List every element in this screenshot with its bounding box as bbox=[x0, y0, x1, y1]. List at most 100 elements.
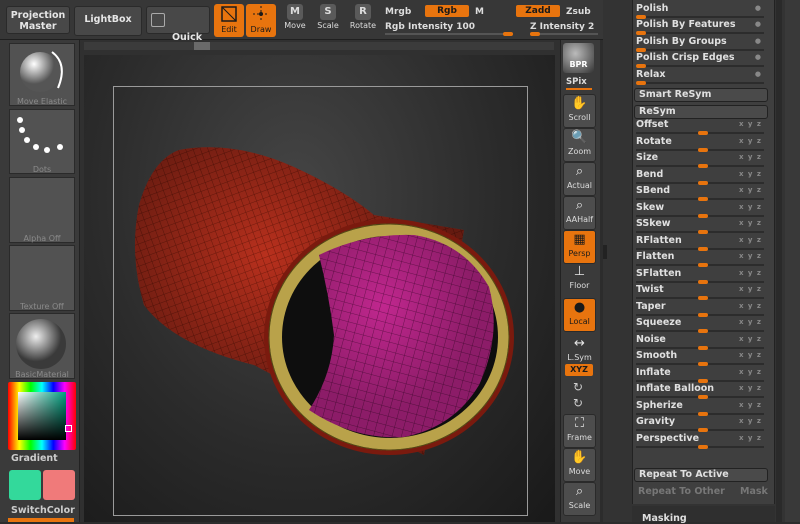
twist-slider[interactable]: Twist x y z bbox=[636, 284, 766, 300]
stroke-thumbnail[interactable]: Dots bbox=[9, 109, 75, 174]
perspective-slider[interactable]: Perspective x y z bbox=[636, 433, 766, 449]
frame-button[interactable]: ⛶ Frame bbox=[563, 414, 596, 448]
color-picker-cursor[interactable] bbox=[65, 425, 72, 432]
squeeze-knob[interactable] bbox=[698, 329, 708, 333]
flatten-knob[interactable] bbox=[698, 263, 708, 267]
offset-slider[interactable]: Offset x y z bbox=[636, 119, 766, 135]
resym-button[interactable]: ReSym bbox=[634, 105, 768, 119]
texture-thumbnail[interactable]: Texture Off bbox=[9, 245, 75, 311]
inflate-axes-icon[interactable]: x y z bbox=[739, 368, 762, 376]
projection-master-button[interactable]: Projection Master bbox=[6, 6, 70, 34]
edit-tool-button[interactable]: Edit bbox=[214, 4, 244, 37]
canvas-top-scrollbar[interactable] bbox=[84, 42, 554, 50]
bend-axes-icon[interactable]: x y z bbox=[739, 170, 762, 178]
color-picker[interactable] bbox=[8, 382, 76, 450]
material-thumbnail[interactable]: BasicMaterial bbox=[9, 313, 75, 379]
smooth-slider[interactable]: Smooth x y z bbox=[636, 350, 766, 366]
scale-tool-button[interactable]: S Scale bbox=[313, 4, 343, 37]
polish-crisp-edges-knob[interactable] bbox=[636, 64, 646, 68]
brush-thumbnail[interactable]: Move Elastic bbox=[9, 43, 75, 106]
inflate-balloon-axes-icon[interactable]: x y z bbox=[739, 384, 762, 392]
gravity-slider[interactable]: Gravity x y z bbox=[636, 416, 766, 432]
noise-slider[interactable]: Noise x y z bbox=[636, 334, 766, 350]
floor-button[interactable]: ⊥ Floor bbox=[563, 262, 596, 296]
repeat-to-active-button[interactable]: Repeat To Active bbox=[634, 468, 768, 482]
sbend-knob[interactable] bbox=[698, 197, 708, 201]
color-picker-square[interactable] bbox=[18, 392, 66, 440]
quick-sketch-button[interactable]: Quick Sketch bbox=[146, 6, 210, 54]
taper-slider[interactable]: Taper x y z bbox=[636, 301, 766, 317]
scale-view-button[interactable]: ⌕ Scale bbox=[563, 482, 596, 516]
xyz-button[interactable]: XYZ bbox=[565, 364, 593, 376]
offset-knob[interactable] bbox=[698, 131, 708, 135]
smooth-axes-icon[interactable]: x y z bbox=[739, 351, 762, 359]
skew-axes-icon[interactable]: x y z bbox=[739, 203, 762, 211]
primary-color-swatch[interactable] bbox=[9, 470, 41, 500]
move-view-button[interactable]: ✋ Move bbox=[563, 448, 596, 482]
gradient-label[interactable]: Gradient bbox=[11, 453, 58, 464]
inflate-slider[interactable]: Inflate x y z bbox=[636, 367, 766, 383]
twist-knob[interactable] bbox=[698, 296, 708, 300]
lsym-button[interactable]: ↔ L.Sym bbox=[563, 334, 596, 368]
panel-scrollbar[interactable] bbox=[776, 0, 782, 522]
perspective-axes-icon[interactable]: x y z bbox=[739, 434, 762, 442]
sskew-knob[interactable] bbox=[698, 230, 708, 234]
spherize-axes-icon[interactable]: x y z bbox=[739, 401, 762, 409]
sskew-slider[interactable]: SSkew x y z bbox=[636, 218, 766, 234]
skew-slider[interactable]: Skew x y z bbox=[636, 202, 766, 218]
alpha-thumbnail[interactable]: Alpha Off bbox=[9, 177, 75, 243]
twist-axes-icon[interactable]: x y z bbox=[739, 285, 762, 293]
aahalf-button[interactable]: ⌕ AAHalf bbox=[563, 196, 596, 230]
polish-by-groups-slider[interactable]: Polish By Groups ● bbox=[636, 36, 766, 52]
flatten-slider[interactable]: Flatten x y z bbox=[636, 251, 766, 267]
polish-slider[interactable]: Polish ● bbox=[636, 3, 766, 19]
spix-label[interactable]: SPix bbox=[566, 77, 587, 87]
rflatten-slider[interactable]: RFlatten x y z bbox=[636, 235, 766, 251]
rgb-intensity-slider[interactable] bbox=[385, 32, 513, 36]
m-button[interactable]: M bbox=[475, 7, 484, 17]
inflate-balloon-slider[interactable]: Inflate Balloon x y z bbox=[636, 383, 766, 399]
gravity-axes-icon[interactable]: x y z bbox=[739, 417, 762, 425]
taper-axes-icon[interactable]: x y z bbox=[739, 302, 762, 310]
sflatten-slider[interactable]: SFlatten x y z bbox=[636, 268, 766, 284]
zadd-button[interactable]: Zadd bbox=[516, 5, 560, 17]
size-slider[interactable]: Size x y z bbox=[636, 152, 766, 168]
size-axes-icon[interactable]: x y z bbox=[739, 153, 762, 161]
relax-knob[interactable] bbox=[636, 81, 646, 85]
rotate-y-icon[interactable]: ↻ bbox=[573, 380, 583, 394]
switch-color-button[interactable]: SwitchColor bbox=[11, 505, 75, 516]
rotate-z-icon[interactable]: ↻ bbox=[573, 396, 583, 410]
bend-slider[interactable]: Bend x y z bbox=[636, 169, 766, 185]
zsub-button[interactable]: Zsub bbox=[566, 7, 591, 17]
polish-crisp-edges-slider[interactable]: Polish Crisp Edges ● bbox=[636, 52, 766, 68]
masking-header[interactable]: Masking bbox=[632, 506, 775, 524]
tube-model[interactable] bbox=[84, 55, 555, 522]
smart-resym-button[interactable]: Smart ReSym bbox=[634, 88, 768, 102]
canvas-scroll-thumb[interactable] bbox=[194, 42, 210, 50]
sskew-axes-icon[interactable]: x y z bbox=[739, 219, 762, 227]
lightbox-button[interactable]: LightBox bbox=[74, 6, 142, 36]
rflatten-axes-icon[interactable]: x y z bbox=[739, 236, 762, 244]
spherize-slider[interactable]: Spherize x y z bbox=[636, 400, 766, 416]
size-knob[interactable] bbox=[698, 164, 708, 168]
rotate-tool-button[interactable]: R Rotate bbox=[348, 4, 378, 37]
polish-by-features-knob[interactable] bbox=[636, 31, 646, 35]
noise-axes-icon[interactable]: x y z bbox=[739, 335, 762, 343]
rgb-intensity-knob[interactable] bbox=[503, 32, 513, 36]
persp-button[interactable]: ▦ Persp bbox=[563, 230, 596, 264]
sbend-slider[interactable]: SBend x y z bbox=[636, 185, 766, 201]
z-intensity-slider[interactable] bbox=[530, 32, 598, 36]
actual-button[interactable]: ⌕ Actual bbox=[563, 162, 596, 196]
rotate-axes-icon[interactable]: x y z bbox=[739, 137, 762, 145]
zoom-button[interactable]: 🔍 Zoom bbox=[563, 128, 596, 162]
secondary-color-swatch[interactable] bbox=[43, 470, 75, 500]
sflatten-axes-icon[interactable]: x y z bbox=[739, 269, 762, 277]
panel-collapse-arrow[interactable] bbox=[603, 245, 607, 259]
sbend-axes-icon[interactable]: x y z bbox=[739, 186, 762, 194]
perspective-knob[interactable] bbox=[698, 445, 708, 449]
local-button[interactable]: ● Local bbox=[563, 298, 596, 332]
squeeze-axes-icon[interactable]: x y z bbox=[739, 318, 762, 326]
relax-slider[interactable]: Relax ● bbox=[636, 69, 766, 85]
flatten-axes-icon[interactable]: x y z bbox=[739, 252, 762, 260]
scroll-button[interactable]: ✋ Scroll bbox=[563, 94, 596, 128]
